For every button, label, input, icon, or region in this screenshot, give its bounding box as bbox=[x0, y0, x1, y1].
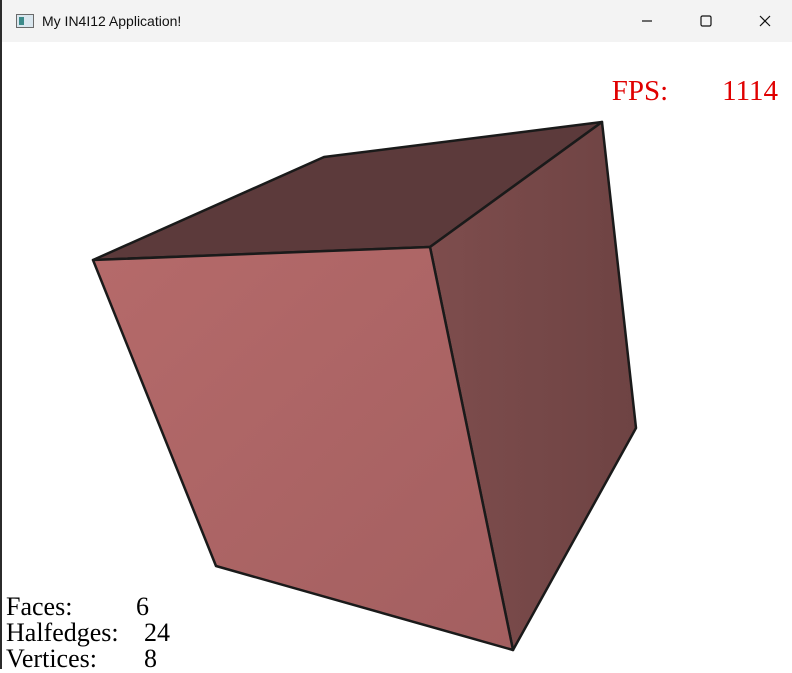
application-window: My IN4I12 Application! FPS: 1114 Faces: … bbox=[0, 0, 792, 672]
maximize-button[interactable] bbox=[676, 0, 735, 42]
close-button[interactable] bbox=[735, 0, 792, 42]
vertices-value: 8 bbox=[144, 644, 157, 673]
stat-vertices: Vertices: 8 bbox=[6, 646, 170, 672]
fps-value: 1114 bbox=[722, 75, 778, 107]
minimize-icon bbox=[641, 20, 652, 22]
window-controls bbox=[617, 0, 792, 42]
maximize-icon bbox=[699, 15, 712, 27]
stat-halfedges: Halfedges: 24 bbox=[6, 620, 170, 646]
title-bar[interactable]: My IN4I12 Application! bbox=[2, 0, 792, 42]
halfedges-label: Halfedges: bbox=[6, 618, 119, 647]
app-window-icon bbox=[16, 14, 34, 28]
faces-value: 6 bbox=[136, 592, 149, 621]
stat-faces: Faces: 6 bbox=[6, 594, 170, 620]
fps-label: FPS: bbox=[611, 75, 669, 107]
halfedges-value: 24 bbox=[144, 618, 170, 647]
vertices-label: Vertices: bbox=[6, 644, 97, 673]
render-viewport[interactable]: FPS: 1114 Faces: 6 Halfedges: 24 Vertices: 8 bbox=[2, 42, 792, 672]
faces-label: Faces: bbox=[6, 592, 73, 621]
window-title: My IN4I12 Application! bbox=[42, 13, 182, 29]
minimize-button[interactable] bbox=[617, 0, 676, 42]
close-icon bbox=[759, 15, 770, 27]
mesh-stats: Faces: 6 Halfedges: 24 Vertices: 8 bbox=[6, 594, 170, 672]
fps-counter: FPS: 1114 bbox=[568, 42, 778, 141]
